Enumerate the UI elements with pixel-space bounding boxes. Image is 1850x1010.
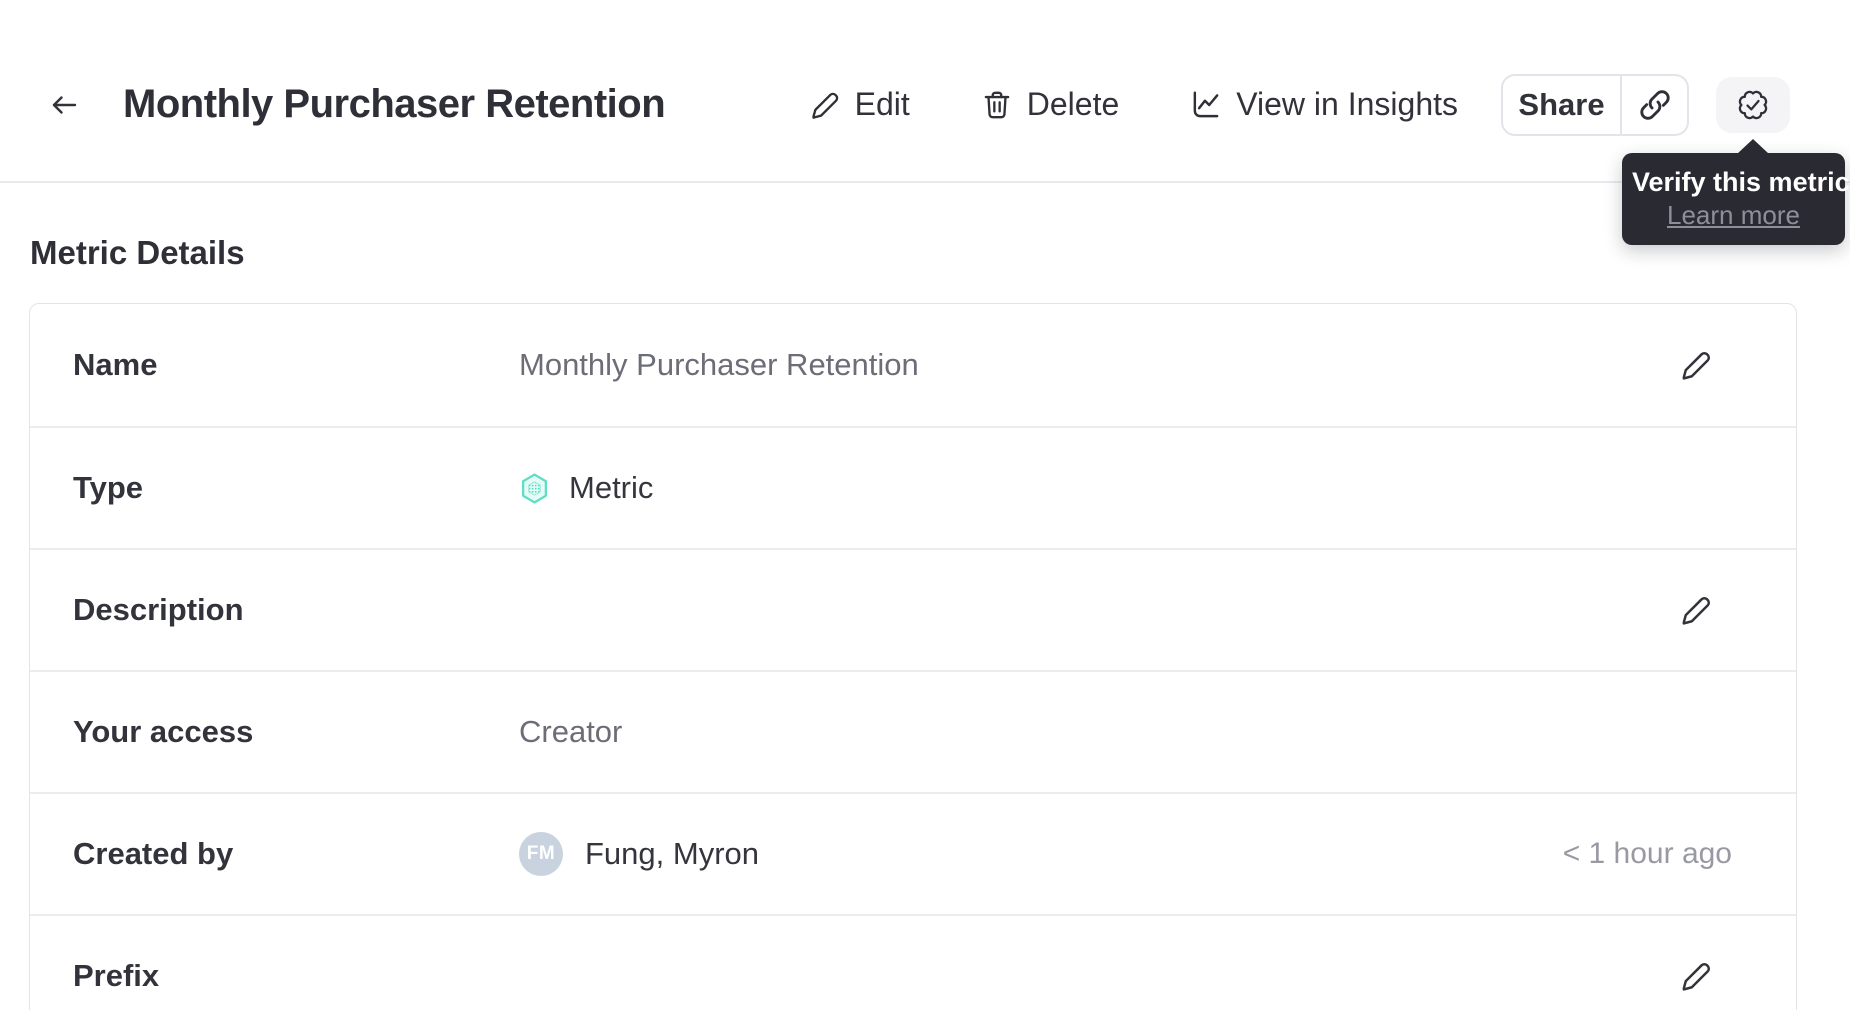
- header-actions: Edit Delete View in Insights Share: [808, 73, 1790, 136]
- view-in-insights-label: View in Insights: [1236, 86, 1458, 122]
- verify-metric-button[interactable]: [1716, 76, 1790, 133]
- arrow-left-icon: [52, 95, 77, 114]
- type-value: Metric: [569, 470, 654, 505]
- metric-detail-page: Monthly Purchaser Retention Edit Delete: [0, 0, 1850, 1010]
- created-by-value: Fung, Myron: [585, 836, 760, 871]
- detail-row-name: Name Monthly Purchaser Retention: [30, 304, 1796, 426]
- pencil-icon: [811, 92, 838, 119]
- view-in-insights-button[interactable]: View in Insights: [1189, 86, 1458, 123]
- verify-metric-tooltip: Verify this metric Learn more: [1622, 139, 1850, 245]
- metric-hexagon-icon: [522, 472, 547, 504]
- edit-prefix-button[interactable]: [1677, 957, 1715, 995]
- page-title: Monthly Purchaser Retention: [123, 82, 666, 126]
- row-label: Description: [73, 592, 244, 627]
- tooltip-title: Verify this metric: [1632, 167, 1850, 197]
- edit-button[interactable]: Edit: [808, 86, 910, 123]
- learn-more-link[interactable]: Learn more: [1667, 200, 1800, 230]
- trash-icon: [984, 91, 1010, 118]
- detail-row-your-access: Your access Creator: [30, 670, 1796, 792]
- copy-link-button[interactable]: [1622, 73, 1689, 136]
- detail-row-description: Description: [30, 548, 1796, 670]
- link-icon: [1639, 89, 1670, 120]
- line-chart-icon: [1193, 91, 1219, 117]
- delete-label: Delete: [1026, 86, 1120, 122]
- edit-description-button[interactable]: [1677, 591, 1715, 629]
- back-button[interactable]: [48, 89, 80, 121]
- pencil-icon: [1682, 962, 1711, 991]
- pencil-icon: [1682, 351, 1711, 380]
- access-value: Creator: [519, 714, 623, 749]
- row-label: Created by: [73, 836, 234, 871]
- row-label: Prefix: [73, 958, 160, 993]
- share-button[interactable]: Share: [1501, 73, 1622, 136]
- metric-details-card: Name Monthly Purchaser Retention Type Me…: [29, 303, 1797, 1010]
- name-value: Monthly Purchaser Retention: [519, 347, 919, 382]
- row-label: Type: [73, 470, 144, 505]
- section-heading: Metric Details: [30, 234, 245, 271]
- detail-row-created-by: Created by FM Fung, Myron < 1 hour ago: [30, 792, 1796, 914]
- share-group: Share: [1501, 73, 1689, 136]
- detail-row-type: Type Metric: [30, 426, 1796, 548]
- tooltip-notch: [1737, 139, 1769, 154]
- detail-row-prefix: Prefix: [30, 914, 1796, 1010]
- header: Monthly Purchaser Retention Edit Delete: [0, 0, 1850, 183]
- row-label: Name: [73, 347, 158, 382]
- row-label: Your access: [73, 714, 254, 749]
- created-timestamp: < 1 hour ago: [1562, 837, 1732, 870]
- verified-badge-icon: [1738, 90, 1768, 119]
- avatar: FM: [519, 832, 563, 876]
- edit-name-button[interactable]: [1677, 346, 1715, 384]
- delete-button[interactable]: Delete: [980, 86, 1120, 123]
- pencil-icon: [1682, 596, 1711, 625]
- edit-label: Edit: [854, 86, 910, 122]
